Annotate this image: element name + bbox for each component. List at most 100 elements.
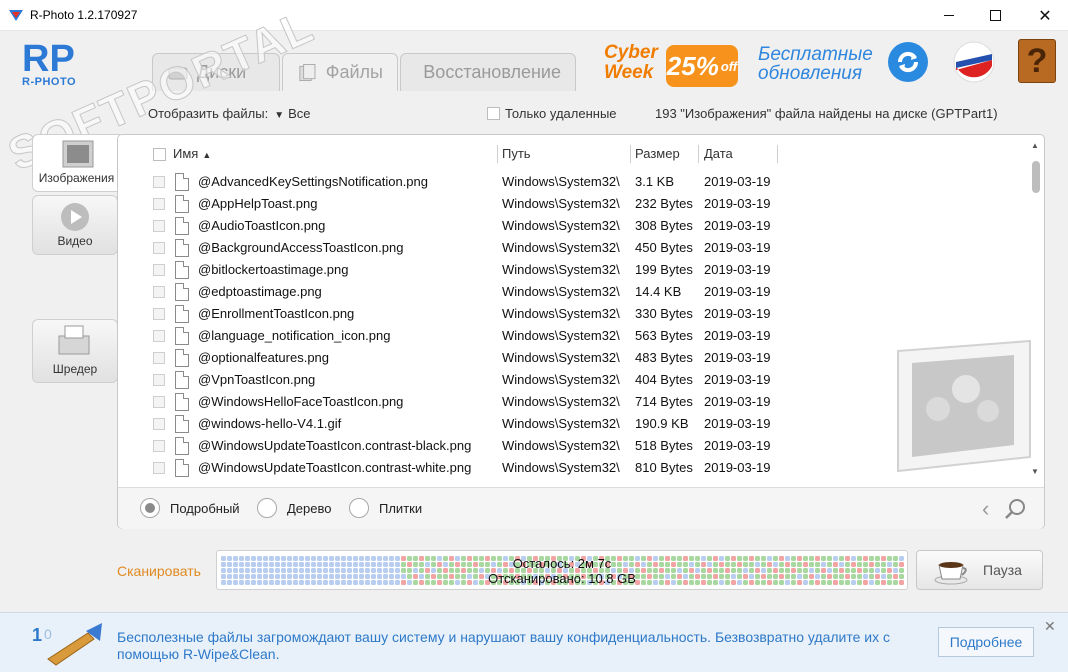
file-path: Windows\System32\ [502, 372, 620, 387]
close-window-button[interactable]: ✕ [1022, 0, 1068, 31]
sidebar-item-video[interactable]: Видео [32, 195, 118, 255]
file-icon [175, 393, 189, 411]
row-checkbox[interactable] [153, 418, 165, 430]
file-date: 2019-03-19 [704, 372, 771, 387]
row-checkbox[interactable] [153, 220, 165, 232]
row-checkbox[interactable] [153, 330, 165, 342]
search-icon[interactable] [1003, 497, 1027, 521]
column-header-date[interactable]: Дата [704, 146, 733, 161]
file-name: @windows-hello-V4.1.gif [198, 416, 342, 431]
row-checkbox[interactable] [153, 374, 165, 386]
radio-button[interactable] [349, 498, 369, 518]
promo-badge: 25% off [666, 45, 738, 87]
ad-close-icon[interactable]: ✕ [1044, 618, 1056, 635]
update-button[interactable] [888, 42, 928, 82]
column-divider[interactable] [777, 145, 778, 163]
table-row[interactable]: @bitlockertoastimage.png Windows\System32… [118, 260, 1018, 282]
checkbox-box[interactable] [487, 107, 500, 120]
column-header-path[interactable]: Путь [502, 146, 531, 161]
tab-label: Файлы [325, 62, 383, 82]
language-button[interactable] [952, 40, 996, 84]
table-row[interactable]: @language_notification_icon.png Windows\S… [118, 326, 1018, 348]
select-all-checkbox[interactable] [153, 148, 166, 161]
ad-banner: 1 0 Бесполезные файлы загромождают вашу … [0, 612, 1068, 672]
column-divider[interactable] [630, 145, 631, 163]
sidebar-item-shredder[interactable]: Шредер [32, 319, 118, 383]
file-icon [175, 195, 189, 213]
view-mode-tree[interactable]: Дерево [257, 498, 331, 518]
minimize-button[interactable] [926, 0, 972, 31]
row-checkbox[interactable] [153, 242, 165, 254]
column-divider[interactable] [497, 145, 498, 163]
table-row[interactable]: @windows-hello-V4.1.gif Windows\System32\… [118, 414, 1018, 436]
free-updates-line2: обновления [758, 63, 863, 84]
pause-button[interactable]: Пауза [916, 550, 1043, 590]
file-name: @BackgroundAccessToastIcon.png [198, 240, 404, 255]
table-row[interactable]: @AudioToastIcon.png Windows\System32\ 308 … [118, 216, 1018, 238]
row-checkbox[interactable] [153, 198, 165, 210]
file-name: @edptoastimage.png [198, 284, 322, 299]
sidebar-item-images[interactable]: Изображения [32, 134, 120, 192]
window-title: R-Photo 1.2.170927 [30, 8, 138, 22]
table-row[interactable]: @WindowsUpdateToastIcon.contrast-white.p… [118, 458, 1018, 480]
file-icon [175, 173, 189, 191]
scan-scanned: Отсканировано: 10.8 GB [488, 571, 636, 586]
r-photo-logo: RP [22, 39, 75, 77]
view-mode-details[interactable]: Подробный [140, 498, 240, 518]
file-size: 232 Bytes [635, 196, 693, 211]
promo-percent: 25% [666, 50, 719, 81]
tab-files[interactable]: Файлы [282, 53, 398, 91]
file-icon [175, 261, 189, 279]
free-updates-link[interactable]: Бесплатные обновления [758, 45, 873, 83]
radio-button[interactable] [257, 498, 277, 518]
column-header-name[interactable]: Имя ▲ [173, 146, 211, 161]
file-name: @optionalfeatures.png [198, 350, 330, 365]
tab-restore[interactable]: Восстановление [400, 53, 576, 91]
only-deleted-checkbox[interactable]: Только удаленные [487, 106, 617, 121]
column-header-size[interactable]: Размер [635, 146, 680, 161]
file-name: @bitlockertoastimage.png [198, 262, 349, 277]
scroll-up-arrow-icon[interactable]: ▲ [1031, 141, 1039, 150]
table-row[interactable]: @BackgroundAccessToastIcon.png Windows\Sy… [118, 238, 1018, 260]
row-checkbox[interactable] [153, 352, 165, 364]
file-path: Windows\System32\ [502, 416, 620, 431]
ad-more-button[interactable]: Подробнее [938, 627, 1034, 657]
table-row[interactable]: @AppHelpToast.png Windows\System32\ 232 By… [118, 194, 1018, 216]
table-row[interactable]: @WindowsHelloFaceToastIcon.png Windows\Sy… [118, 392, 1018, 414]
help-button[interactable]: ? [1018, 39, 1056, 83]
file-path: Windows\System32\ [502, 350, 620, 365]
refresh-icon [897, 51, 919, 73]
table-row[interactable]: @optionalfeatures.png Windows\System32\ 48… [118, 348, 1018, 370]
table-row[interactable]: @VpnToastIcon.png Windows\System32\ 404 By… [118, 370, 1018, 392]
svg-text:1: 1 [32, 625, 42, 645]
scroll-down-arrow-icon[interactable]: ▼ [1031, 467, 1039, 476]
row-checkbox[interactable] [153, 286, 165, 298]
row-checkbox[interactable] [153, 396, 165, 408]
row-checkbox[interactable] [153, 308, 165, 320]
view-mode-bar: Подробный Дерево Плитки ‹ [118, 487, 1044, 529]
row-checkbox[interactable] [153, 264, 165, 276]
scrollbar-thumb[interactable] [1032, 161, 1040, 193]
show-files-filter[interactable]: Отобразить файлы: ▼ Все [148, 106, 311, 121]
file-size: 810 Bytes [635, 460, 693, 475]
column-divider[interactable] [698, 145, 699, 163]
file-path: Windows\System32\ [502, 284, 620, 299]
table-row[interactable]: @edptoastimage.png Windows\System32\ 14.4 … [118, 282, 1018, 304]
file-icon [175, 283, 189, 301]
vertical-scrollbar[interactable]: ▲ ▼ [1027, 141, 1044, 481]
row-checkbox[interactable] [153, 462, 165, 474]
file-date: 2019-03-19 [704, 328, 771, 343]
row-checkbox[interactable] [153, 176, 165, 188]
table-row[interactable]: @EnrollmentToastIcon.png Windows\System32… [118, 304, 1018, 326]
shredder-icon [58, 325, 90, 355]
row-checkbox[interactable] [153, 440, 165, 452]
table-row[interactable]: @WindowsUpdateToastIcon.contrast-black.p… [118, 436, 1018, 458]
sidebar-item-label: Шредер [52, 362, 98, 376]
view-mode-tiles[interactable]: Плитки [349, 498, 422, 518]
maximize-button[interactable] [972, 0, 1018, 31]
table-row[interactable]: @AdvancedKeySettingsNotification.png Wind… [118, 172, 1018, 194]
chevron-left-icon[interactable]: ‹ [982, 496, 989, 522]
radio-label: Подробный [170, 500, 240, 516]
radio-button[interactable] [140, 498, 160, 518]
file-icon [175, 415, 189, 433]
